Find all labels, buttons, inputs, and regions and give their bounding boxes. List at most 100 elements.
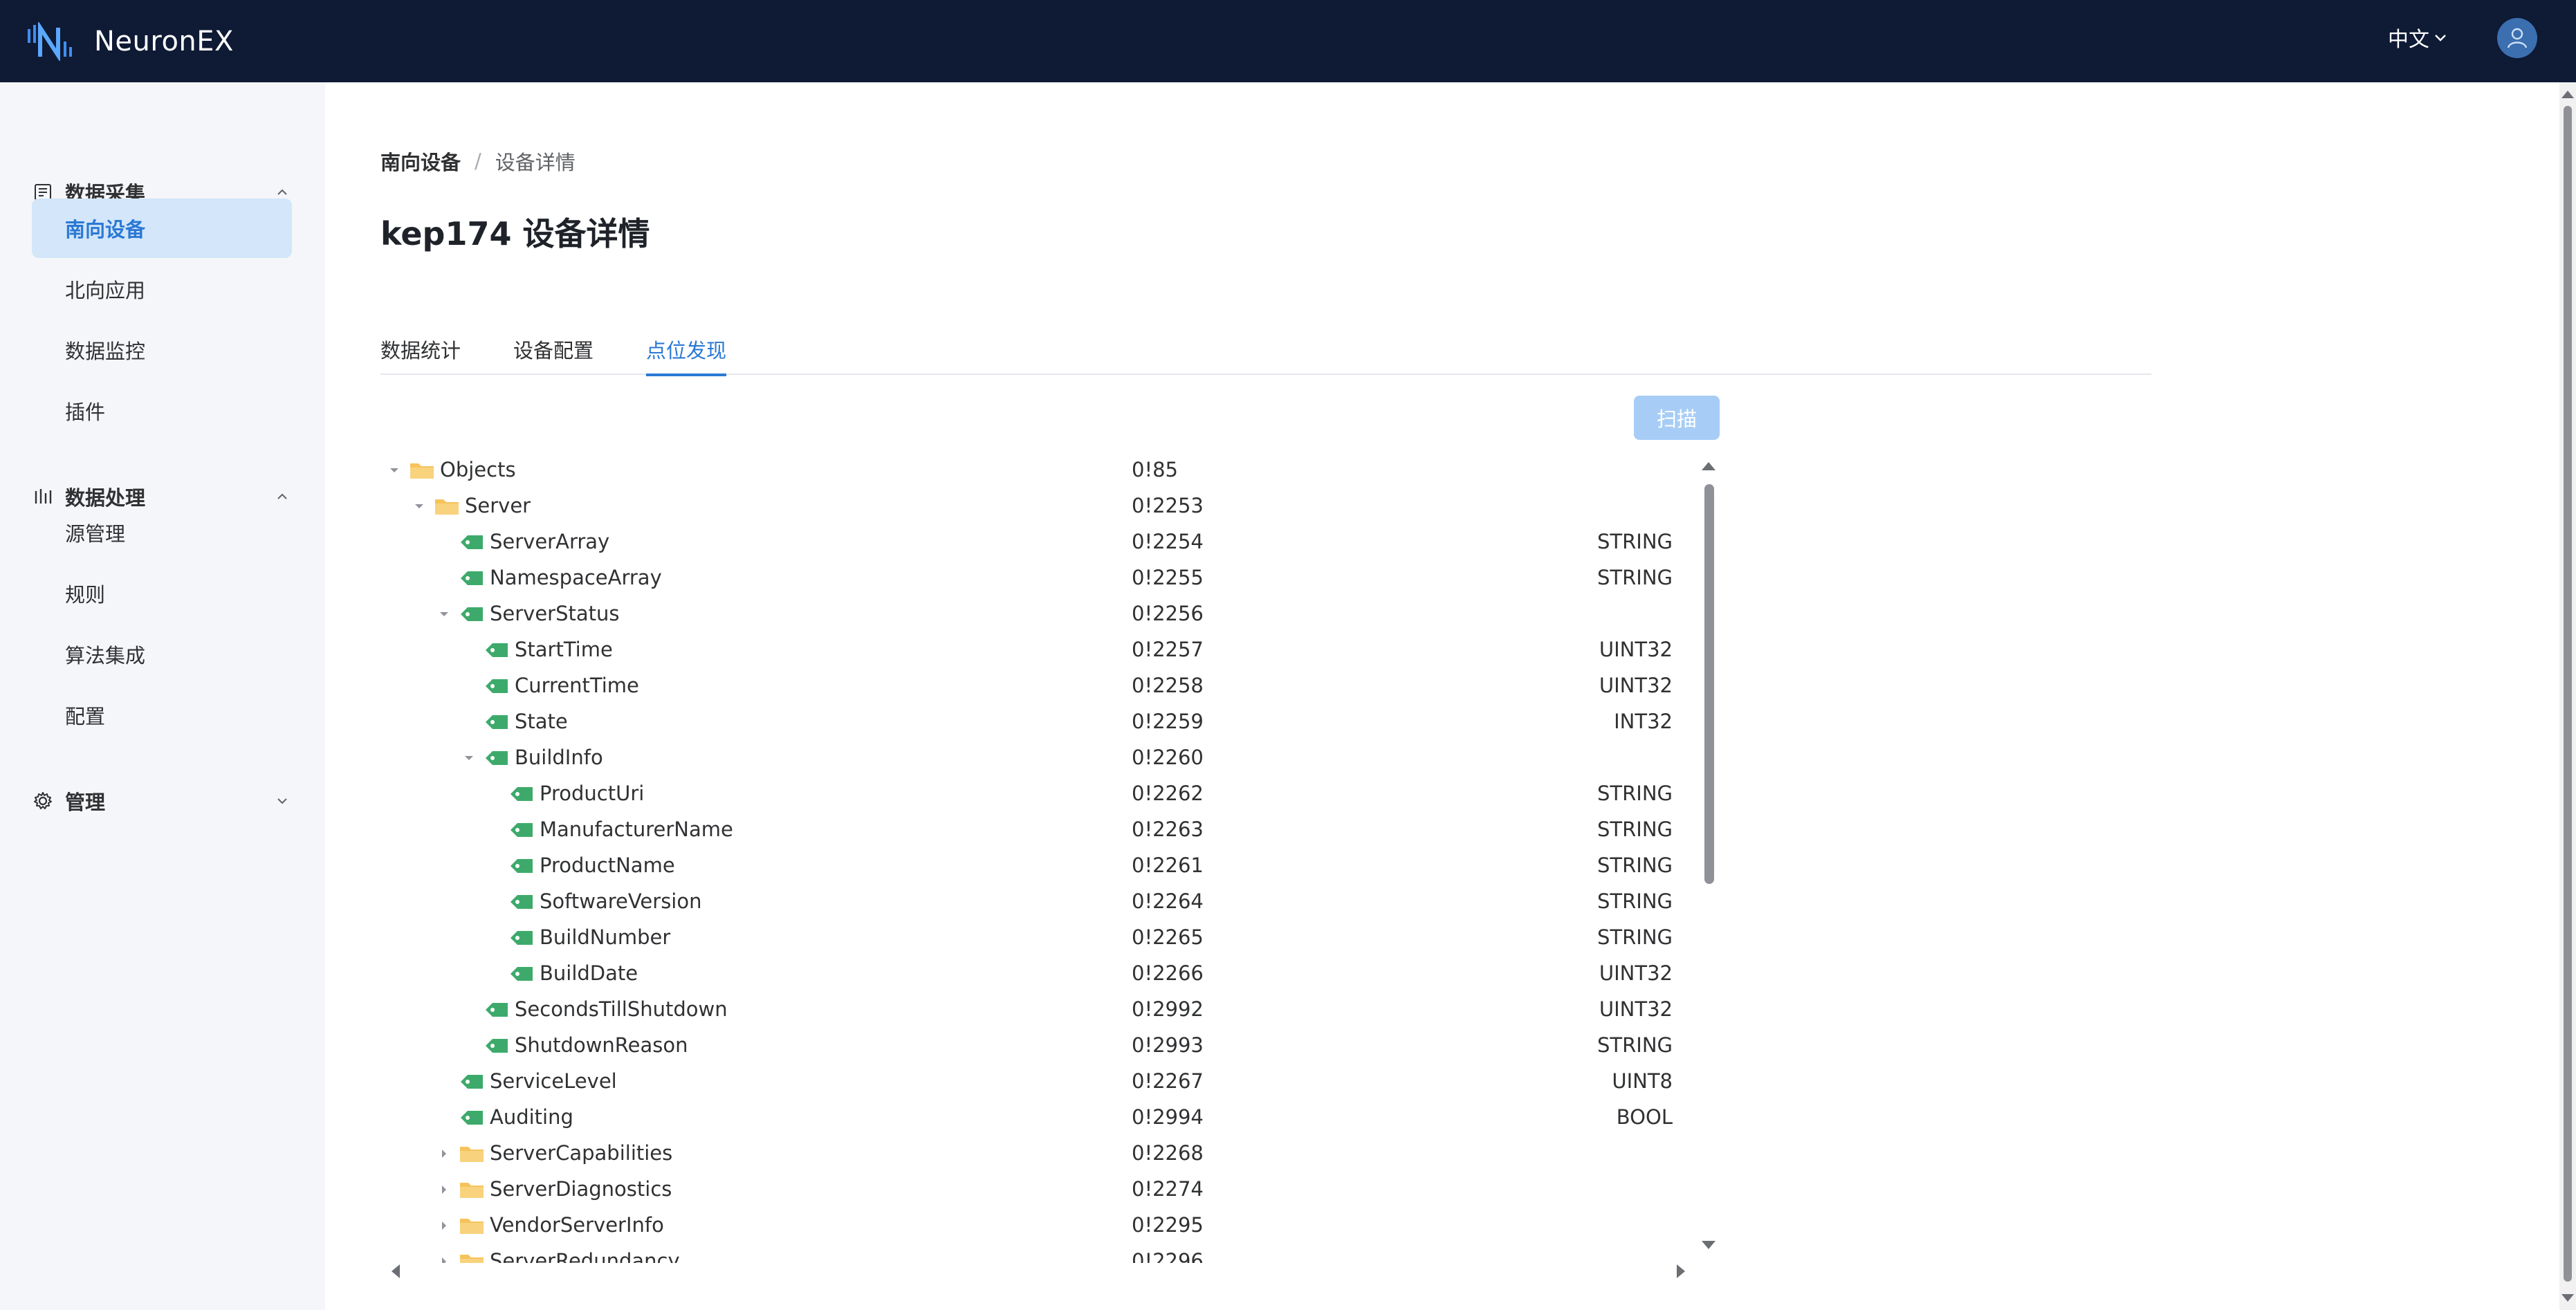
tree-node-label: SecondsTillShutdown — [515, 997, 728, 1021]
tree-node-row[interactable]: Server 0!2253 — [380, 488, 1681, 524]
tree-horizontal-scrollbar[interactable] — [380, 1263, 1695, 1281]
scroll-right-arrow-icon[interactable] — [1677, 1264, 1685, 1278]
tree-node-row[interactable]: Auditing 0!2994 BOOL — [380, 1100, 1681, 1136]
scan-button[interactable]: 扫描 — [1634, 396, 1720, 440]
sidebar-group-management[interactable]: 管理 — [0, 777, 325, 825]
tree-node-type: UINT32 — [1599, 674, 1673, 697]
tree-node-row[interactable]: ManufacturerName 0!2263 STRING — [380, 812, 1681, 848]
tag-icon — [510, 859, 533, 873]
tree-node-row[interactable]: ProductName 0!2261 STRING — [380, 848, 1681, 884]
sidebar-item-label: 算法集成 — [65, 644, 146, 667]
tab-point-discovery[interactable]: 点位发现 — [646, 335, 727, 376]
scroll-up-arrow-icon[interactable] — [1702, 462, 1715, 470]
tree-node-row[interactable]: BuildDate 0!2266 UINT32 — [380, 956, 1681, 992]
tree-node-label: ServerCapabilities — [490, 1141, 673, 1165]
caret-right-icon[interactable] — [437, 1255, 451, 1263]
folder-icon — [410, 463, 434, 479]
tree-node-id: 0!2268 — [1132, 1141, 1204, 1165]
user-avatar[interactable] — [2497, 18, 2537, 58]
tree-node-type: UINT32 — [1599, 961, 1673, 985]
caret-right-icon[interactable] — [437, 1219, 451, 1233]
sidebar-item-algorithm-integration[interactable]: 算法集成 — [32, 625, 292, 684]
tree-node-label: BuildInfo — [515, 746, 603, 769]
tree-node-row[interactable]: SoftwareVersion 0!2264 STRING — [380, 884, 1681, 920]
sidebar-item-source-management[interactable]: 源管理 — [32, 503, 292, 562]
tree-node-label: NamespaceArray — [490, 566, 662, 589]
tree-node-label: Objects — [440, 458, 516, 481]
caret-down-icon[interactable] — [412, 499, 426, 513]
tree-node-id: 0!2254 — [1132, 530, 1204, 553]
caret-down-icon[interactable] — [462, 751, 476, 765]
tag-icon — [461, 535, 483, 549]
page-scroll-up-arrow-icon[interactable] — [2561, 91, 2574, 98]
logo[interactable]: NeuronEX — [26, 21, 234, 61]
tree-node-row[interactable]: ProductUri 0!2262 STRING — [380, 776, 1681, 812]
sidebar-item-southbound-devices[interactable]: 南向设备 — [32, 199, 292, 258]
caret-right-icon[interactable] — [437, 1147, 451, 1161]
tree-node-type: UINT8 — [1612, 1069, 1673, 1093]
tree-node-row[interactable]: ServerStatus 0!2256 — [380, 596, 1681, 632]
tag-icon — [510, 787, 533, 801]
tree-node-id: 0!2263 — [1132, 818, 1204, 841]
tree-node-label: ProductUri — [540, 782, 645, 805]
sidebar-item-rules[interactable]: 规则 — [32, 564, 292, 623]
tree-node-row[interactable]: ServerDiagnostics 0!2274 — [380, 1172, 1681, 1208]
tree-node-label: ServerRedundancy — [490, 1249, 680, 1263]
breadcrumb-separator: / — [475, 149, 481, 173]
caret-down-icon[interactable] — [387, 463, 401, 477]
tag-icon — [510, 823, 533, 837]
tree-node-row[interactable]: State 0!2259 INT32 — [380, 704, 1681, 740]
tree-node-row[interactable]: BuildNumber 0!2265 STRING — [380, 920, 1681, 956]
page-scroll-down-arrow-icon[interactable] — [2561, 1294, 2574, 1302]
user-icon — [2507, 28, 2528, 48]
tree-node-type: INT32 — [1614, 710, 1673, 733]
tab-data-statistics[interactable]: 数据统计 — [380, 335, 461, 375]
tree-node-row[interactable]: VendorServerInfo 0!2295 — [380, 1208, 1681, 1244]
tree-node-row[interactable]: StartTime 0!2257 UINT32 — [380, 632, 1681, 668]
sidebar-item-plugins[interactable]: 插件 — [32, 381, 292, 441]
tree-node-label: BuildNumber — [540, 925, 671, 949]
caret-down-icon[interactable] — [437, 607, 451, 621]
tree-node-row[interactable]: NamespaceArray 0!2255 STRING — [380, 560, 1681, 596]
tab-bar: 数据统计 设备配置 点位发现 — [380, 331, 2151, 376]
sidebar-item-data-monitoring[interactable]: 数据监控 — [32, 320, 292, 380]
tag-icon — [461, 1075, 483, 1089]
tree-node-label: ServerArray — [490, 530, 610, 553]
tab-device-config[interactable]: 设备配置 — [513, 335, 594, 375]
tree-node-id: 0!2993 — [1132, 1033, 1204, 1057]
page-vertical-scrollbar[interactable] — [2559, 82, 2576, 1310]
tree-node-row[interactable]: ServerCapabilities 0!2268 — [380, 1136, 1681, 1172]
sidebar-item-label: 数据监控 — [65, 340, 146, 363]
page-scroll-thumb[interactable] — [2564, 106, 2572, 1282]
tree-node-row[interactable]: BuildInfo 0!2260 — [380, 740, 1681, 776]
scroll-down-arrow-icon[interactable] — [1702, 1241, 1715, 1249]
scroll-left-arrow-icon[interactable] — [392, 1264, 400, 1278]
tree-node-row[interactable]: Objects 0!85 — [380, 452, 1681, 488]
tree-node-id: 0!2255 — [1132, 566, 1204, 589]
tree-node-row[interactable]: ServerArray 0!2254 STRING — [380, 524, 1681, 560]
tree-node-label: StartTime — [515, 638, 613, 661]
tag-icon — [510, 895, 533, 909]
sidebar-item-label: 配置 — [65, 705, 106, 728]
language-switcher[interactable]: 中文 — [2388, 22, 2449, 53]
chevron-down-icon — [2435, 35, 2446, 41]
tree-node-id: 0!2274 — [1132, 1177, 1204, 1201]
tree-node-label: Server — [465, 494, 531, 517]
tree-node-label: SoftwareVersion — [540, 889, 702, 913]
sidebar-item-configuration[interactable]: 配置 — [32, 685, 292, 745]
breadcrumb-parent-link[interactable]: 南向设备 — [380, 147, 461, 176]
tree-scroll-thumb[interactable] — [1704, 484, 1714, 884]
tree-node-row[interactable]: CurrentTime 0!2258 UINT32 — [380, 668, 1681, 704]
tree-node-row[interactable]: ServerRedundancy 0!2296 — [380, 1244, 1681, 1263]
tree-node-row[interactable]: ShutdownReason 0!2993 STRING — [380, 1028, 1681, 1064]
caret-right-icon[interactable] — [437, 1183, 451, 1197]
tree-node-row[interactable]: ServiceLevel 0!2267 UINT8 — [380, 1064, 1681, 1100]
tree-node-row[interactable]: SecondsTillShutdown 0!2992 UINT32 — [380, 992, 1681, 1028]
tree-node-id: 0!2262 — [1132, 782, 1204, 805]
tag-icon — [486, 643, 508, 657]
sidebar-item-northbound-apps[interactable]: 北向应用 — [32, 259, 292, 319]
tree-node-type: UINT32 — [1599, 638, 1673, 661]
tree-node-id: 0!2994 — [1132, 1105, 1204, 1129]
tree-node-id: 0!2296 — [1132, 1249, 1204, 1263]
tree-node-label: State — [515, 710, 568, 733]
